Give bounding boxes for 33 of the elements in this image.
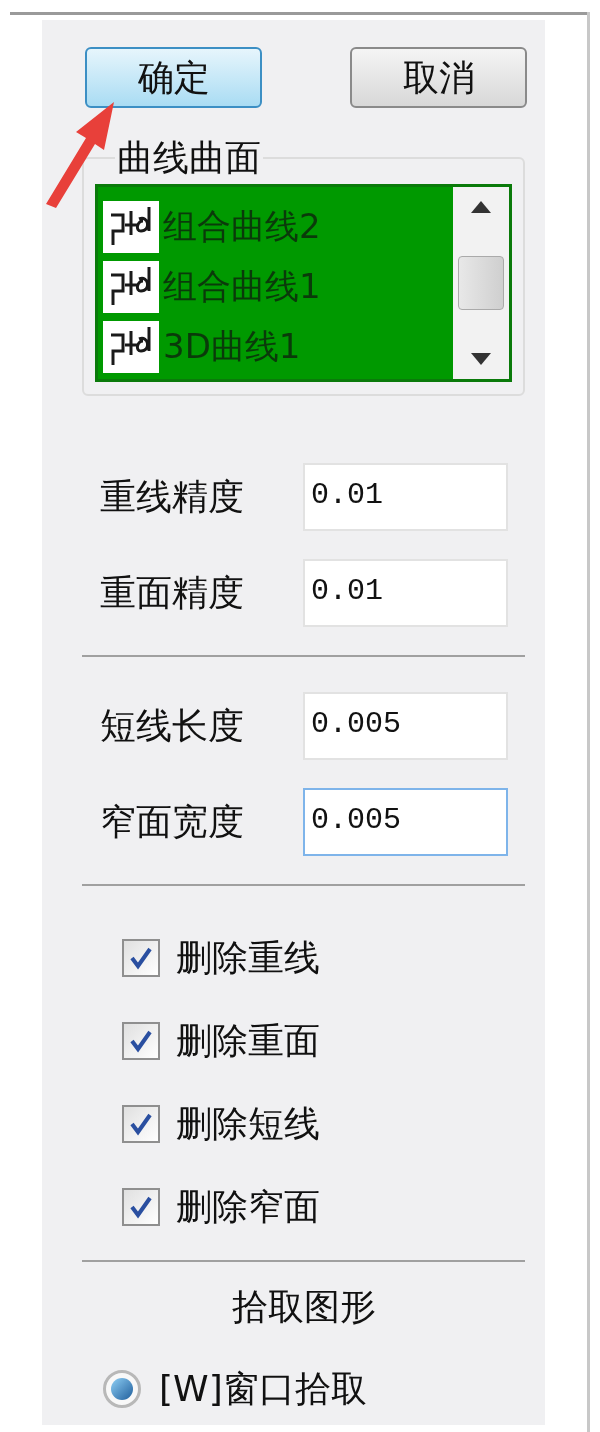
group-title: 曲线曲面 [116,138,262,178]
curve-icon [103,200,159,253]
checkbox[interactable] [122,1105,160,1143]
checkbox-label: 删除重面 [176,1019,320,1063]
checkbox-label: 删除重线 [176,936,320,980]
checkbox[interactable] [122,1188,160,1226]
cancel-button[interactable]: 取消 [350,47,527,108]
input-field[interactable]: 0.01 [303,463,508,531]
checkbox[interactable] [122,939,160,977]
field-label: 短线长度 [100,704,245,748]
check-icon [128,1194,154,1220]
scroll-up-icon[interactable] [471,201,491,213]
radio-label: [W]窗口拾取 [159,1367,367,1411]
section-title: 拾取图形 [231,1285,376,1329]
checkbox-label: 删除短线 [176,1102,320,1146]
scroll-thumb[interactable] [458,256,504,310]
field-label: 重线精度 [100,475,245,519]
checkbox-label: 删除窄面 [176,1185,320,1229]
input-field[interactable]: 0.01 [303,559,508,627]
ok-button[interactable]: 确定 [85,47,262,108]
scrollbar[interactable] [453,187,509,379]
curve-icon [103,260,159,313]
input-field[interactable]: 0.005 [303,788,508,856]
curve-icon [103,320,159,373]
check-icon [128,1028,154,1054]
check-icon [128,1111,154,1137]
check-icon [128,945,154,971]
radio-button[interactable] [103,1370,141,1408]
field-label: 重面精度 [100,571,245,615]
field-label: 窄面宽度 [100,800,245,844]
input-field[interactable]: 0.005 [303,692,508,760]
scroll-down-icon[interactable] [471,353,491,365]
checkbox[interactable] [122,1022,160,1060]
